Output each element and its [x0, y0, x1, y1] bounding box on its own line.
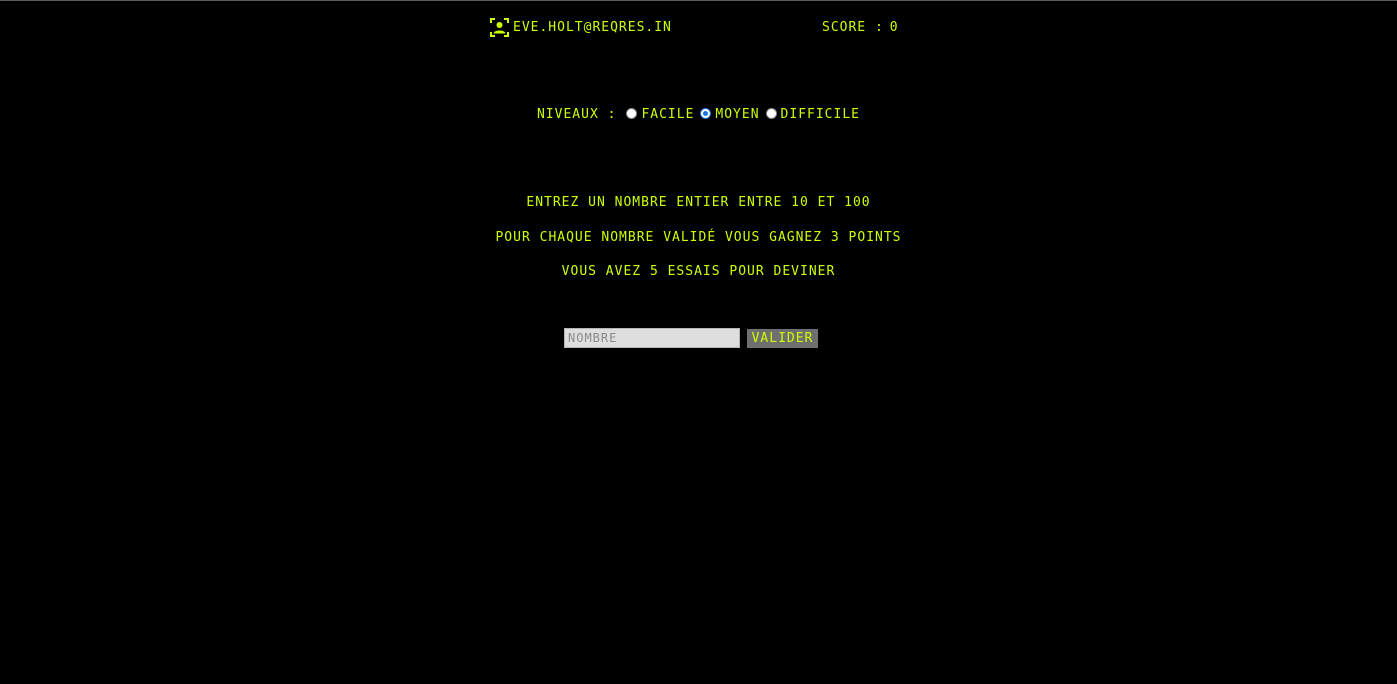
user-icon [490, 18, 509, 37]
user-email: eve.holt@reqres.in [513, 20, 672, 35]
level-difficile-label[interactable]: Difficile [781, 107, 860, 122]
top-border [0, 0, 1397, 1]
valider-button[interactable]: Valider [747, 328, 818, 348]
instruction-points: Pour chaque nombre validé vous gagnez 3 … [495, 230, 902, 245]
level-selector: Niveaux : Facile Moyen Difficile [0, 107, 1397, 122]
header: eve.holt@reqres.in Score : 0 [0, 17, 1397, 39]
instruction-attempts: Vous avez 5 essais pour deviner [561, 264, 836, 279]
nombre-input[interactable] [564, 328, 740, 348]
level-moyen-label[interactable]: Moyen [715, 107, 759, 122]
guess-form: Valider [564, 328, 818, 348]
score-label: Score : [822, 20, 884, 35]
radio-facile[interactable] [626, 108, 638, 119]
level-facile-label[interactable]: Facile [641, 107, 694, 122]
radio-difficile[interactable] [765, 108, 777, 119]
score-value: 0 [889, 20, 899, 35]
levels-label: Niveaux : [536, 107, 617, 122]
radio-moyen[interactable] [700, 108, 712, 119]
instruction-range: Entrez un nombre entier entre 10 et 100 [526, 195, 871, 210]
user-info: eve.holt@reqres.in [490, 18, 672, 37]
score: Score : 0 [822, 20, 899, 35]
